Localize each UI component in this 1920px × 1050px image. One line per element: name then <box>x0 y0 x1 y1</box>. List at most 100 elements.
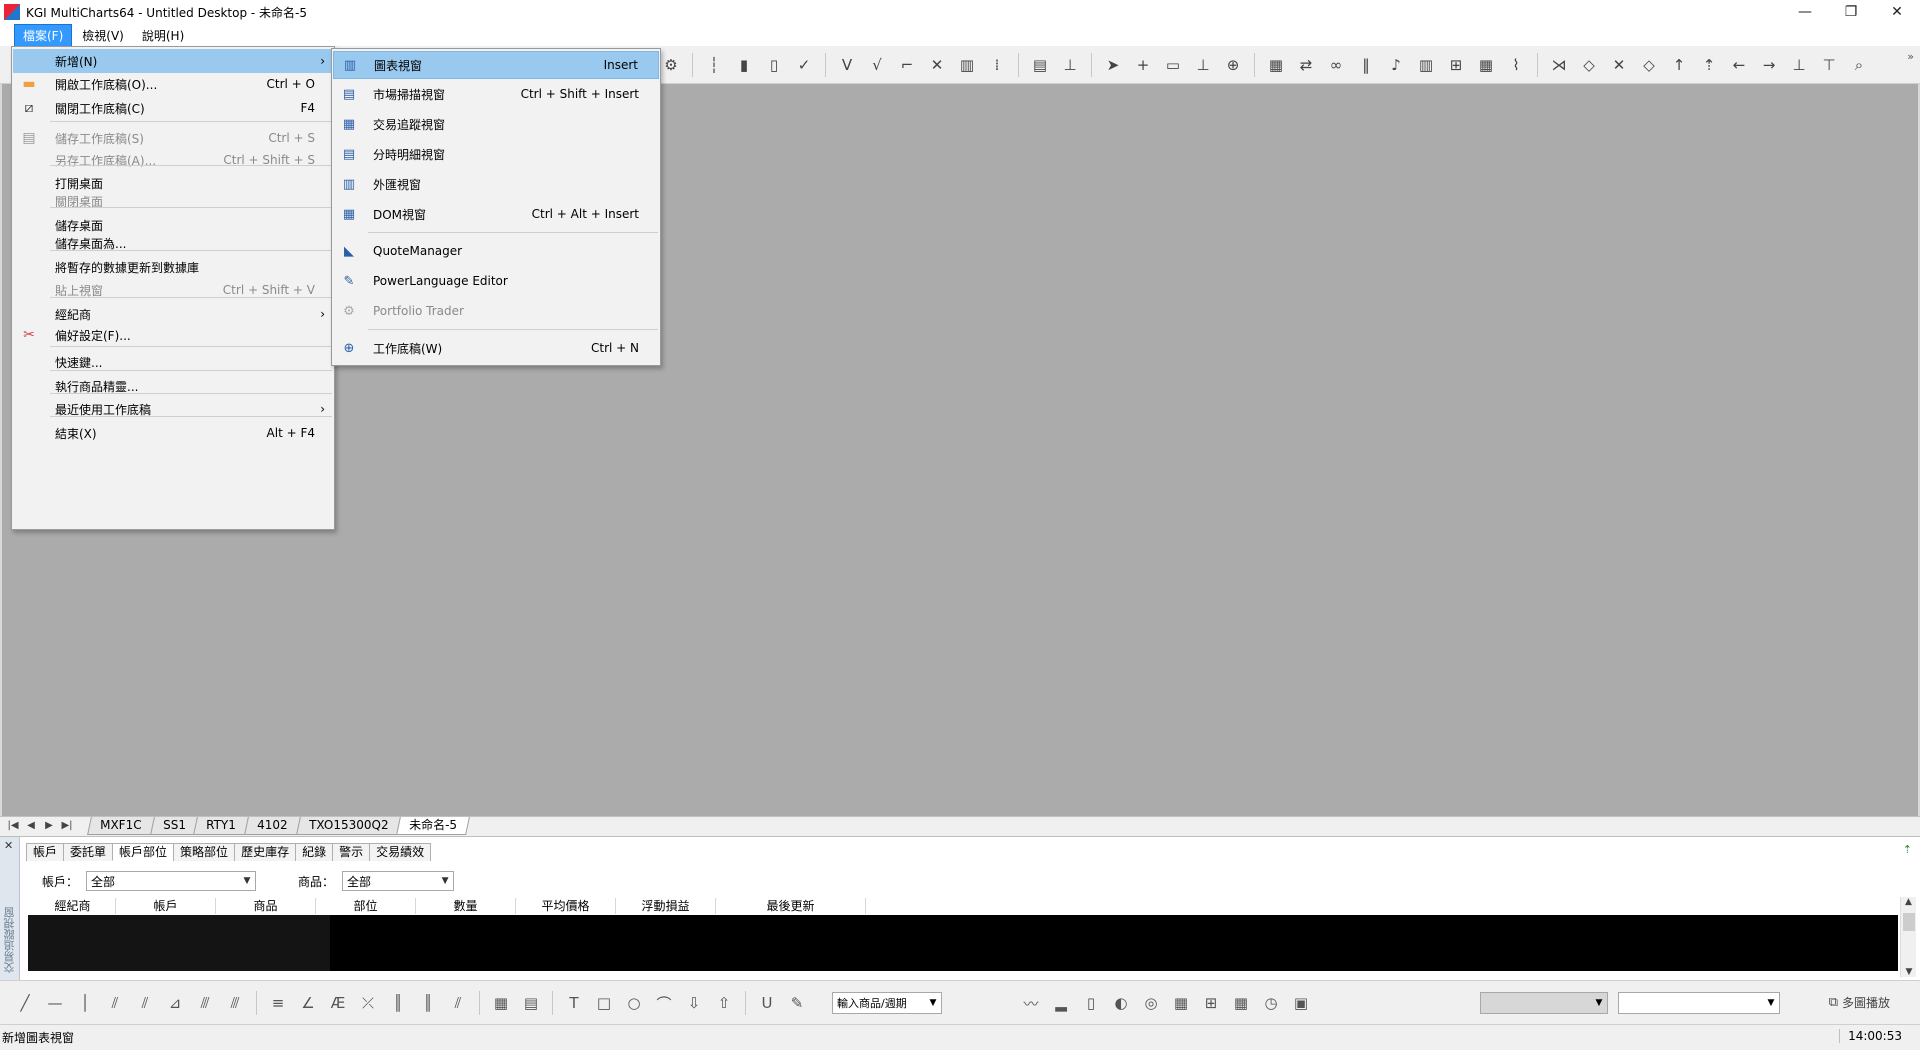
eraser-icon[interactable]: ✎ <box>784 990 810 1016</box>
bar-chart-icon[interactable]: ┆ <box>701 52 727 78</box>
ptab-alerts[interactable]: 警示 <box>332 843 371 861</box>
format-bars-icon[interactable]: ▦ <box>1168 990 1194 1016</box>
file-menu-item[interactable]: 儲存桌面為... <box>13 231 333 255</box>
tab-next-icon[interactable]: ▶ <box>40 820 58 831</box>
pointer-icon[interactable]: ➤ <box>1100 52 1126 78</box>
format-icon[interactable]: ⊞ <box>1443 52 1469 78</box>
arrow-right-icon[interactable]: → <box>1756 52 1782 78</box>
magnet-icon[interactable]: U <box>754 990 780 1016</box>
panel-close-icon[interactable]: ✕ <box>4 839 13 852</box>
new-submenu-item[interactable]: ▦ DOM視窗 Ctrl + Alt + Insert <box>333 200 659 228</box>
histogram-icon[interactable]: ‖ <box>1353 52 1379 78</box>
multi-play-button[interactable]: ⧉ 多圖播放 <box>1829 994 1890 1011</box>
tick-icon[interactable]: ⊥ <box>1057 52 1083 78</box>
menu-file[interactable]: 檔案(F) <box>14 23 73 47</box>
zoom-region-icon[interactable]: ⊕ <box>1220 52 1246 78</box>
rectangle-icon[interactable]: □ <box>591 990 617 1016</box>
scroll-up-icon[interactable]: ▲ <box>1901 897 1916 907</box>
bars-icon[interactable]: ▥ <box>1413 52 1439 78</box>
replay-icon[interactable]: ▦ <box>1228 990 1254 1016</box>
col-symbol[interactable]: 商品 <box>216 898 316 914</box>
step-line-icon[interactable]: ⌐ <box>894 52 920 78</box>
volume-icon[interactable]: ▤ <box>1027 52 1053 78</box>
new-submenu-item[interactable]: ▤ 市場掃描視窗 Ctrl + Shift + Insert <box>333 80 659 108</box>
calendar-icon[interactable]: ▣ <box>1288 990 1314 1016</box>
data-window-icon[interactable]: ▦ <box>1263 52 1289 78</box>
settings-icon[interactable]: ⚙ <box>658 52 684 78</box>
file-menu-item[interactable]: ✂ 偏好設定(F)... <box>13 323 333 347</box>
new-submenu-item[interactable]: ▤ 分時明細視窗 <box>333 140 659 168</box>
vertical-line-icon[interactable]: │ <box>72 990 98 1016</box>
new-submenu-item[interactable]: ◣ QuoteManager <box>333 237 659 265</box>
file-menu-item[interactable]: ▤ 儲存工作底稿(S) Ctrl + S <box>13 126 333 150</box>
window-icon[interactable]: ▯ <box>1078 990 1104 1016</box>
gann-icon[interactable]: ⫻ <box>192 990 218 1016</box>
col-quantity[interactable]: 數量 <box>416 898 516 914</box>
file-menu-item[interactable]: 最近使用工作底稿 › <box>13 397 333 421</box>
panel-scrollbar[interactable]: ▲ ▼ <box>1900 897 1916 977</box>
positions-grid-body[interactable] <box>28 915 1898 971</box>
account-filter-select[interactable]: 全部 ▼ <box>86 871 257 891</box>
speed-lines-icon[interactable]: ⤫ <box>355 990 381 1016</box>
file-menu-item[interactable]: 將暫存的數據更新到數據庫 <box>13 255 333 279</box>
indicator-icon[interactable]: 〰 <box>1018 990 1044 1016</box>
file-menu-item[interactable]: 執行商品精靈... <box>13 374 333 398</box>
symbol-filter-select[interactable]: 全部 ▼ <box>342 871 455 891</box>
col-avg-price[interactable]: 平均價格 <box>516 898 616 914</box>
ellipse-icon[interactable]: ○ <box>621 990 647 1016</box>
strategy-icon[interactable]: ▂ <box>1048 990 1074 1016</box>
file-menu-item[interactable]: 貼上視窗 Ctrl + Shift + V <box>13 278 333 302</box>
tab-first-icon[interactable]: |◀ <box>4 820 22 831</box>
new-submenu-item[interactable]: ▥ 圖表視窗 Insert <box>333 51 659 79</box>
arrow-up-alt-icon[interactable]: ⇡ <box>1696 52 1722 78</box>
bell-icon[interactable]: ♪ <box>1383 52 1409 78</box>
file-menu-item[interactable]: 結束(X) Alt + F4 <box>13 421 333 445</box>
hollow-candle-icon[interactable]: ▯ <box>761 52 787 78</box>
restore-button[interactable]: ❐ <box>1828 0 1874 24</box>
diamond-icon[interactable]: ◇ <box>1636 52 1662 78</box>
clock-icon[interactable]: ◷ <box>1258 990 1284 1016</box>
cycle-icon[interactable]: ║ <box>415 990 441 1016</box>
alert-icon[interactable]: ◐ <box>1108 990 1134 1016</box>
ptab-performance[interactable]: 交易績效 <box>369 843 432 861</box>
tab-untitled-5[interactable]: 未命名-5 <box>396 816 471 835</box>
col-account[interactable]: 帳戶 <box>116 898 216 914</box>
playback-date-field[interactable]: ▼ <box>1618 992 1780 1014</box>
new-submenu-item[interactable]: ▦ 交易追蹤視窗 <box>333 110 659 138</box>
line-chart-icon[interactable]: ✓ <box>791 52 817 78</box>
menu-view[interactable]: 檢視(V) <box>74 25 132 46</box>
table-icon[interactable]: ▦ <box>488 990 514 1016</box>
ptab-history[interactable]: 歷史庫存 <box>234 843 297 861</box>
symbol-resolution-select[interactable]: 輸入商品/週期 ▼ <box>832 992 942 1014</box>
arrow-up-draw-icon[interactable]: ⇧ <box>711 990 737 1016</box>
point-figure-icon[interactable]: V <box>834 52 860 78</box>
ptab-positions[interactable]: 帳戶部位 <box>112 843 175 861</box>
tab-rty1[interactable]: RTY1 <box>193 816 250 835</box>
col-open-pl[interactable]: 浮動損益 <box>616 898 716 914</box>
cross-icon[interactable]: ✕ <box>924 52 950 78</box>
scale-down-icon[interactable]: ⊤ <box>1816 52 1842 78</box>
hline-icon[interactable]: ⊥ <box>1190 52 1216 78</box>
grid-icon[interactable]: ▦ <box>1473 52 1499 78</box>
angle-icon[interactable]: ∠ <box>295 990 321 1016</box>
tab-mxf1c[interactable]: MXF1C <box>87 816 155 835</box>
menu-help[interactable]: 說明(H) <box>134 25 192 46</box>
minimize-button[interactable]: — <box>1782 0 1828 24</box>
fan-icon[interactable]: ⊿ <box>162 990 188 1016</box>
panel-pin-icon[interactable]: ⇡ <box>1903 843 1912 856</box>
new-submenu-item[interactable]: ✎ PowerLanguage Editor <box>333 267 659 295</box>
tab-ss1[interactable]: SS1 <box>149 816 199 835</box>
file-menu-item[interactable]: 另存工作底稿(A)... Ctrl + Shift + S <box>13 148 333 172</box>
file-menu-item[interactable]: 新增(N) › <box>13 49 333 73</box>
close-button[interactable]: ✕ <box>1874 0 1920 24</box>
col-last-update[interactable]: 最後更新 <box>716 898 866 914</box>
arrow-left-icon[interactable]: ← <box>1726 52 1752 78</box>
file-menu-item[interactable]: ▬ 開啟工作底稿(O)... Ctrl + O <box>13 72 333 96</box>
arrow-up-icon[interactable]: ↑ <box>1666 52 1692 78</box>
tab-4102[interactable]: 4102 <box>244 816 301 835</box>
scanner-icon[interactable]: ◎ <box>1138 990 1164 1016</box>
parallel-icon[interactable]: ⫽ <box>132 990 158 1016</box>
file-menu-item[interactable]: 關閉桌面 <box>13 189 333 213</box>
expand-icon[interactable]: ◇ <box>1576 52 1602 78</box>
fib-time-icon[interactable]: ║ <box>385 990 411 1016</box>
